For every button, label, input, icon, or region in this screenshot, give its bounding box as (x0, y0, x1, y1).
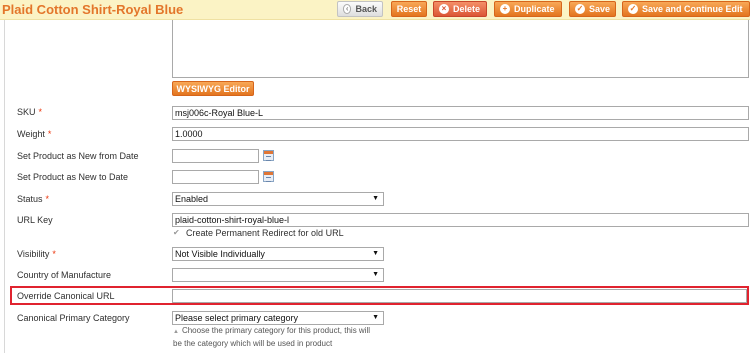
page-header: Plaid Cotton Shirt-Royal Blue ‹ Back Res… (0, 0, 750, 20)
url-key-input[interactable]: plaid-cotton-shirt-royal-blue-l (172, 213, 749, 227)
back-button[interactable]: ‹ Back (337, 1, 383, 17)
page-title: Plaid Cotton Shirt-Royal Blue (2, 2, 184, 17)
new-from-date-input[interactable] (172, 149, 259, 163)
back-arrow-icon: ‹ (343, 4, 352, 14)
form-left-border (4, 20, 5, 353)
delete-button-label: Delete (453, 4, 481, 14)
product-form: WYSIWYG Editor SKU * msj006c-Royal Blue-L… (0, 20, 750, 353)
visibility-select-value: Not Visible Individually (175, 249, 265, 259)
country-select[interactable]: ▼ (172, 268, 384, 282)
new-to-date-input[interactable] (172, 170, 259, 184)
required-marker: * (52, 249, 56, 259)
duplicate-button[interactable]: + Duplicate (494, 1, 562, 17)
dropdown-arrow-icon: ▼ (372, 271, 379, 278)
primary-category-note: ▲ Choose the primary category for this pr… (173, 326, 371, 348)
check-icon: ✓ (628, 4, 638, 14)
country-label: Country of Manufacture (17, 270, 112, 280)
wysiwyg-editor-label: WYSIWYG Editor (176, 83, 250, 94)
save-button[interactable]: ✓ Save (569, 1, 616, 17)
save-and-continue-button[interactable]: ✓ Save and Continue Edit (622, 1, 750, 17)
save-button-label: Save (588, 4, 610, 14)
back-button-label: Back (355, 4, 377, 14)
delete-button[interactable]: × Delete (433, 1, 487, 17)
primary-category-select-value: Please select primary category (175, 313, 299, 323)
redirect-checkbox[interactable]: ✔ (173, 229, 181, 237)
dropdown-arrow-icon: ▼ (372, 314, 379, 321)
status-select-value: Enabled (175, 194, 209, 204)
redirect-checkbox-label: Create Permanent Redirect for old URL (186, 228, 344, 238)
url-key-label: URL Key (17, 215, 53, 225)
wysiwyg-editor-button[interactable]: WYSIWYG Editor (172, 81, 254, 96)
description-textarea[interactable] (172, 20, 749, 78)
status-label: Status * (17, 194, 50, 204)
calendar-icon[interactable] (263, 150, 274, 161)
sku-input[interactable]: msj006c-Royal Blue-L (172, 106, 749, 120)
reset-button-label: Reset (396, 4, 422, 14)
delete-x-icon: × (439, 4, 449, 14)
primary-category-select[interactable]: Please select primary category ▼ (172, 311, 384, 325)
dropdown-arrow-icon: ▼ (372, 195, 379, 202)
sku-label: SKU * (17, 107, 43, 117)
required-marker: * (38, 107, 43, 117)
permanent-redirect-row: ✔ Create Permanent Redirect for old URL (173, 228, 344, 238)
canonical-url-input[interactable] (172, 289, 747, 303)
visibility-select[interactable]: Not Visible Individually ▼ (172, 247, 384, 261)
add-plus-icon: + (500, 4, 510, 14)
required-marker: * (45, 194, 50, 204)
check-icon: ✓ (575, 4, 585, 14)
visibility-label: Visibility * (17, 249, 56, 259)
duplicate-button-label: Duplicate (514, 4, 555, 14)
calendar-icon[interactable] (263, 171, 274, 182)
weight-label: Weight * (17, 129, 52, 139)
new-to-date-label: Set Product as New to Date (17, 172, 129, 182)
primary-category-label: Canonical Primary Category (17, 313, 130, 323)
reset-button[interactable]: Reset (391, 1, 427, 17)
dropdown-arrow-icon: ▼ (372, 250, 379, 257)
weight-input[interactable]: 1.0000 (172, 127, 749, 141)
canonical-url-label: Override Canonical URL (17, 291, 115, 301)
required-marker: * (47, 129, 52, 139)
note-triangle-icon: ▲ (173, 329, 179, 335)
status-select[interactable]: Enabled ▼ (172, 192, 384, 206)
new-from-date-label: Set Product as New from Date (17, 151, 139, 161)
save-and-continue-label: Save and Continue Edit (642, 4, 743, 14)
